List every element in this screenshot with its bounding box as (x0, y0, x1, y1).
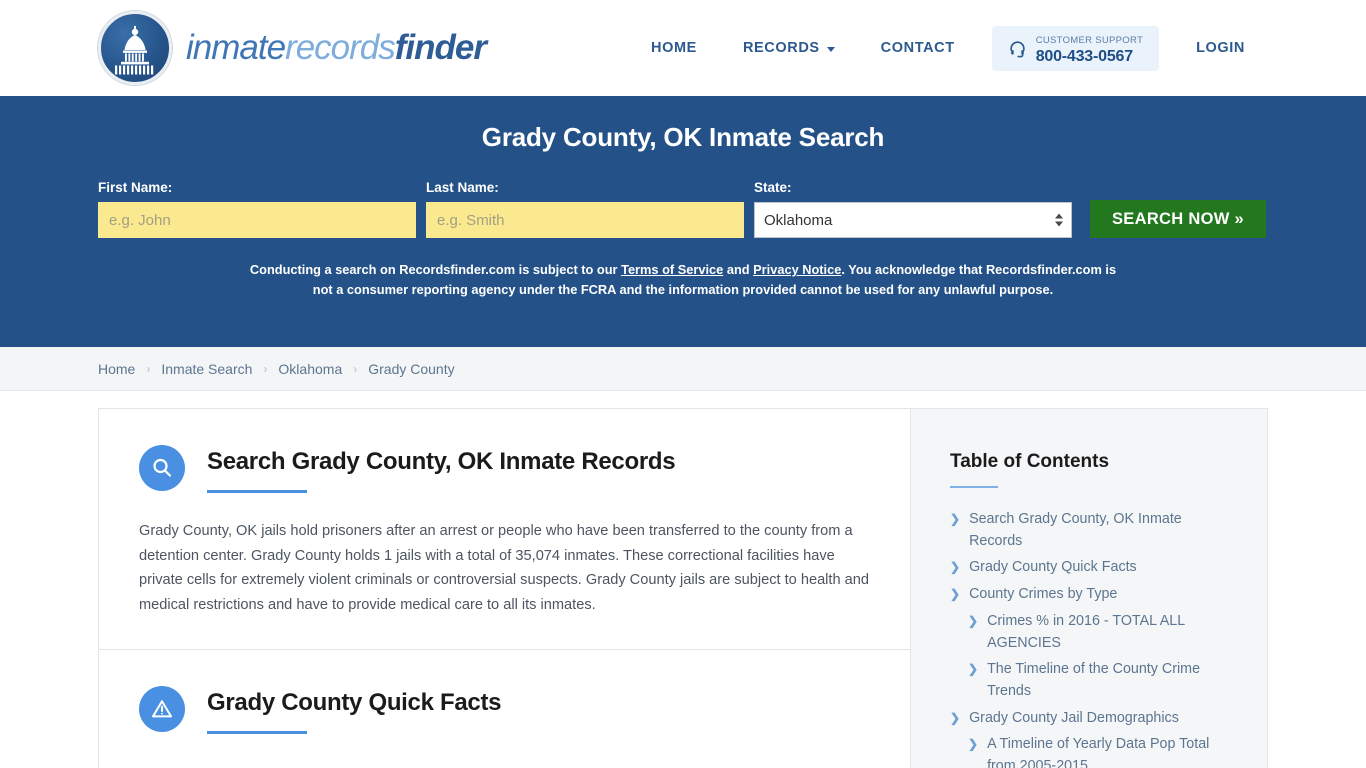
site-header: inmaterecordsfinder HOME RECORDS CONTACT (0, 0, 1366, 96)
brand-part-2: records (285, 28, 396, 67)
toc-item[interactable]: ❯ A Timeline of Yearly Data Pop Total fro… (950, 734, 1235, 768)
disclaimer-text-between: and (723, 262, 754, 277)
nav-item-home[interactable]: HOME (628, 40, 720, 56)
last-name-label: Last Name: (426, 180, 499, 195)
privacy-notice-link[interactable]: Privacy Notice (753, 262, 841, 277)
nav-item-login[interactable]: LOGIN (1173, 40, 1268, 56)
chevron-right-icon: ❯ (968, 662, 979, 677)
warning-triangle-icon (139, 686, 185, 733)
toc-item-label[interactable]: Crimes % in 2016 - TOTAL ALL AGENCIES (987, 611, 1235, 654)
terms-of-service-link[interactable]: Terms of Service (621, 262, 723, 277)
hero-search-panel: Grady County, OK Inmate Search First Nam… (0, 96, 1366, 347)
section-title: Search Grady County, OK Inmate Records (207, 448, 676, 475)
breadcrumb-item-inmate-search[interactable]: Inmate Search (161, 361, 252, 377)
headset-icon (1008, 39, 1027, 58)
nav-item-home-label: HOME (651, 40, 697, 56)
toc-item-label[interactable]: Grady County Quick Facts (969, 557, 1137, 579)
toc-item-label[interactable]: A Timeline of Yearly Data Pop Total from… (987, 734, 1235, 768)
nav-item-records-label: RECORDS (742, 40, 820, 56)
first-name-label: First Name: (98, 180, 173, 195)
toc-item-label[interactable]: The Timeline of the County Crime Trends (987, 659, 1235, 702)
breadcrumb-separator-icon: › (353, 361, 358, 376)
breadcrumb-bar: Home › Inmate Search › Oklahoma › Grady … (0, 347, 1366, 391)
main-navigation: HOME RECORDS CONTACT CUSTOMER SUPPORT 80… (628, 25, 1268, 71)
nav-item-records[interactable]: RECORDS (720, 40, 858, 56)
magnifier-icon (139, 445, 185, 491)
chevron-right-icon: ❯ (968, 737, 979, 752)
inmate-search-form: First Name: Last Name: State: OklahomaAl… (98, 180, 1268, 238)
toc-item-label[interactable]: Search Grady County, OK Inmate Records (969, 509, 1235, 552)
toc-item[interactable]: ❯ The Timeline of the County Crime Trends (950, 659, 1235, 702)
breadcrumb-item-grady-county: Grady County (368, 360, 455, 377)
nav-item-contact[interactable]: CONTACT (858, 40, 978, 56)
search-disclaimer: Conducting a search on Recordsfinder.com… (98, 260, 1268, 300)
table-of-contents-panel: Table of Contents ❯ Search Grady County, … (910, 408, 1268, 768)
content-area: Search Grady County, OK Inmate Records G… (0, 391, 1366, 768)
nav-item-contact-label: CONTACT (880, 40, 955, 56)
breadcrumb-separator-icon: › (263, 361, 268, 376)
state-label: State: (754, 180, 792, 195)
section-title: Grady County Quick Facts (207, 689, 502, 717)
chevron-right-icon: ❯ (950, 587, 961, 602)
state-field-group: State: OklahomaAlabamaAlaskaArizonaArkan… (754, 180, 1072, 238)
customer-support-button[interactable]: CUSTOMER SUPPORT 800-433-0567 (991, 25, 1160, 71)
brand-part-1: inmate (186, 28, 286, 67)
breadcrumb-item-home[interactable]: Home (98, 361, 135, 377)
state-select[interactable]: OklahomaAlabamaAlaskaArizonaArkansasCali… (754, 202, 1072, 238)
toc-item[interactable]: ❯ Crimes % in 2016 - TOTAL ALL AGENCIES (950, 611, 1235, 654)
section-quick-facts: Grady County Quick Facts (99, 649, 910, 766)
breadcrumb: Home › Inmate Search › Oklahoma › Grady … (98, 361, 455, 377)
chevron-right-icon: ❯ (968, 613, 979, 628)
search-now-button[interactable]: SEARCH NOW » (1090, 200, 1266, 238)
section-underline (207, 731, 307, 735)
chevron-right-icon: ❯ (950, 710, 961, 725)
first-name-field-group: First Name: (98, 180, 416, 238)
support-label: CUSTOMER SUPPORT (1035, 34, 1144, 46)
toc-list: ❯ Search Grady County, OK Inmate Records ❯… (950, 509, 1235, 768)
support-phone-number: 800-433-0567 (1035, 48, 1133, 65)
chevron-right-icon: ❯ (950, 512, 961, 526)
section-underline (207, 490, 307, 493)
brand-wordmark: inmaterecordsfinder (186, 28, 487, 68)
breadcrumb-item-oklahoma[interactable]: Oklahoma (278, 361, 342, 377)
disclaimer-text-before: Conducting a search on Recordsfinder.com… (249, 262, 622, 277)
toc-underline (950, 486, 998, 488)
last-name-field-group: Last Name: (426, 180, 744, 238)
page-title: Grady County, OK Inmate Search (481, 122, 885, 152)
last-name-input[interactable] (426, 202, 744, 238)
toc-item-label[interactable]: Grady County Jail Demographics (969, 708, 1179, 730)
brand-part-3: finder (394, 28, 487, 67)
chevron-right-icon: ❯ (950, 560, 961, 575)
toc-item[interactable]: ❯ Search Grady County, OK Inmate Records (950, 509, 1235, 552)
chevron-down-icon (826, 46, 835, 52)
toc-item[interactable]: ❯ Grady County Quick Facts (950, 557, 1235, 579)
first-name-input[interactable] (98, 202, 416, 238)
nav-item-login-label: LOGIN (1196, 40, 1245, 56)
toc-title: Table of Contents (950, 451, 1110, 472)
section-search-inmate-records: Search Grady County, OK Inmate Records G… (99, 409, 910, 649)
main-content-card: Search Grady County, OK Inmate Records G… (98, 408, 910, 768)
breadcrumb-separator-icon: › (146, 361, 151, 376)
section-body-text: Grady County, OK jails hold prisoners af… (139, 523, 870, 613)
toc-item[interactable]: ❯ County Crimes by Type (950, 584, 1235, 606)
capitol-dome-icon (98, 11, 172, 85)
brand-logo-link[interactable]: inmaterecordsfinder (98, 11, 487, 85)
toc-item[interactable]: ❯ Grady County Jail Demographics (950, 708, 1235, 730)
toc-item-label[interactable]: County Crimes by Type (969, 584, 1117, 606)
